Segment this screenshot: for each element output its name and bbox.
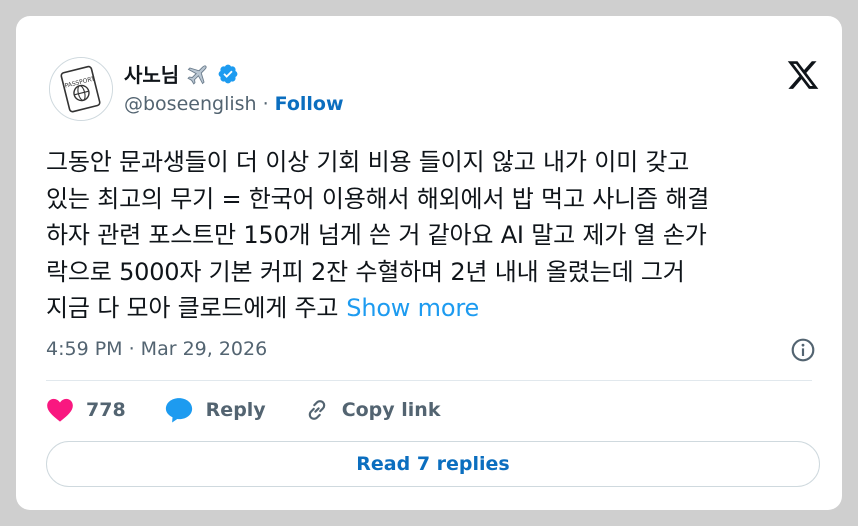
copy-link-button[interactable]: Copy link (304, 397, 441, 423)
link-icon (308, 400, 325, 420)
passport-icon: PASSPORT (50, 58, 112, 120)
handle-row: @boseenglish · Follow (124, 93, 344, 115)
tweet-text-last-line: 지금 다 모아 클로드에게 주고 Show more (46, 290, 816, 327)
x-logo-icon[interactable] (786, 58, 820, 92)
like-count: 778 (86, 399, 126, 421)
tweet-text-line: 락으로 5000자 기본 커피 2잔 수혈하며 2년 내내 올렸는데 그거 (46, 257, 685, 286)
like-button[interactable]: 778 (46, 397, 126, 423)
tweet-text-line: 있는 최고의 무기 = 한국어 이용해서 해외에서 밥 먹고 사니즘 해결 (46, 184, 710, 213)
tweet-card: PASSPORT 사노님 @boseenglish · Follow 그동안 문… (16, 16, 842, 510)
copy-link-label: Copy link (341, 399, 441, 421)
verified-badge-icon (218, 64, 238, 83)
follow-button[interactable]: Follow (275, 93, 344, 115)
display-name[interactable]: 사노님 (124, 59, 179, 88)
author-handle[interactable]: @boseenglish (124, 93, 257, 115)
tweet-text-line: 그동안 문과생들이 더 이상 기회 비용 들이지 않고 내가 이미 갖고 (46, 148, 690, 176)
info-icon[interactable] (790, 337, 816, 363)
show-more-link[interactable]: Show more (346, 294, 479, 322)
divider (46, 380, 812, 381)
read-replies-button[interactable]: Read 7 replies (46, 441, 820, 487)
tweet-text-line: 지금 다 모아 클로드에게 주고 (46, 294, 339, 322)
tweet-text: 그동안 문과생들이 더 이상 기회 비용 들이지 않고 내가 이미 갖고 있는 … (46, 144, 816, 327)
reply-bubble-icon (165, 398, 192, 423)
reply-label: Reply (205, 399, 266, 421)
separator-dot: · (262, 93, 269, 115)
tweet-text-line: 하자 관련 포스트만 150개 넘게 쓴 거 같아요 AI 말고 제가 열 손가 (46, 221, 707, 249)
heart-icon (47, 398, 73, 422)
avatar[interactable]: PASSPORT (49, 57, 113, 121)
airplane-icon (187, 64, 207, 85)
reply-button[interactable]: Reply (164, 396, 266, 424)
action-bar: 778 Reply Copy link (46, 396, 478, 424)
author-name-row: 사노님 (124, 59, 239, 88)
timestamp[interactable]: 4:59 PM · Mar 29, 2026 (46, 338, 267, 360)
